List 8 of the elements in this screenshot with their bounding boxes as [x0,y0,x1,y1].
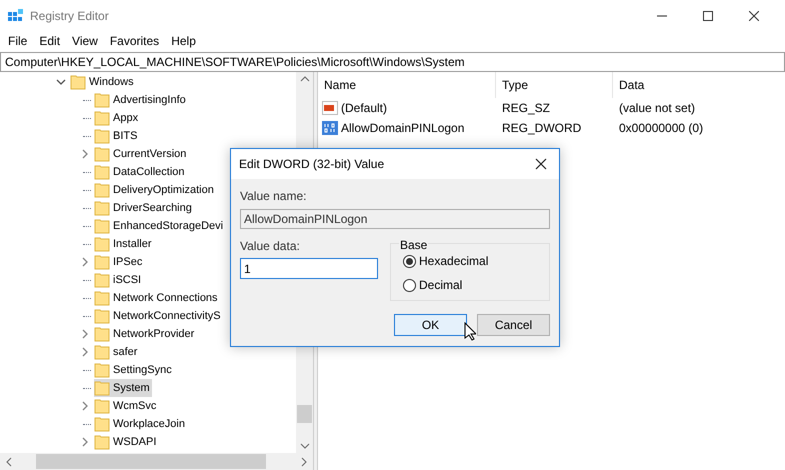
window-title: Registry Editor [30,8,109,25]
field-label: Value data: [240,238,301,255]
field-label: Value name: [240,188,308,205]
dialog-title: Edit DWORD (32-bit) Value [239,156,384,173]
value-data: 0x00000000 (0) [618,120,704,137]
value-data: (value not set) [618,100,696,117]
value-type: REG_SZ [501,100,552,117]
value-type: REG_DWORD [501,120,582,137]
